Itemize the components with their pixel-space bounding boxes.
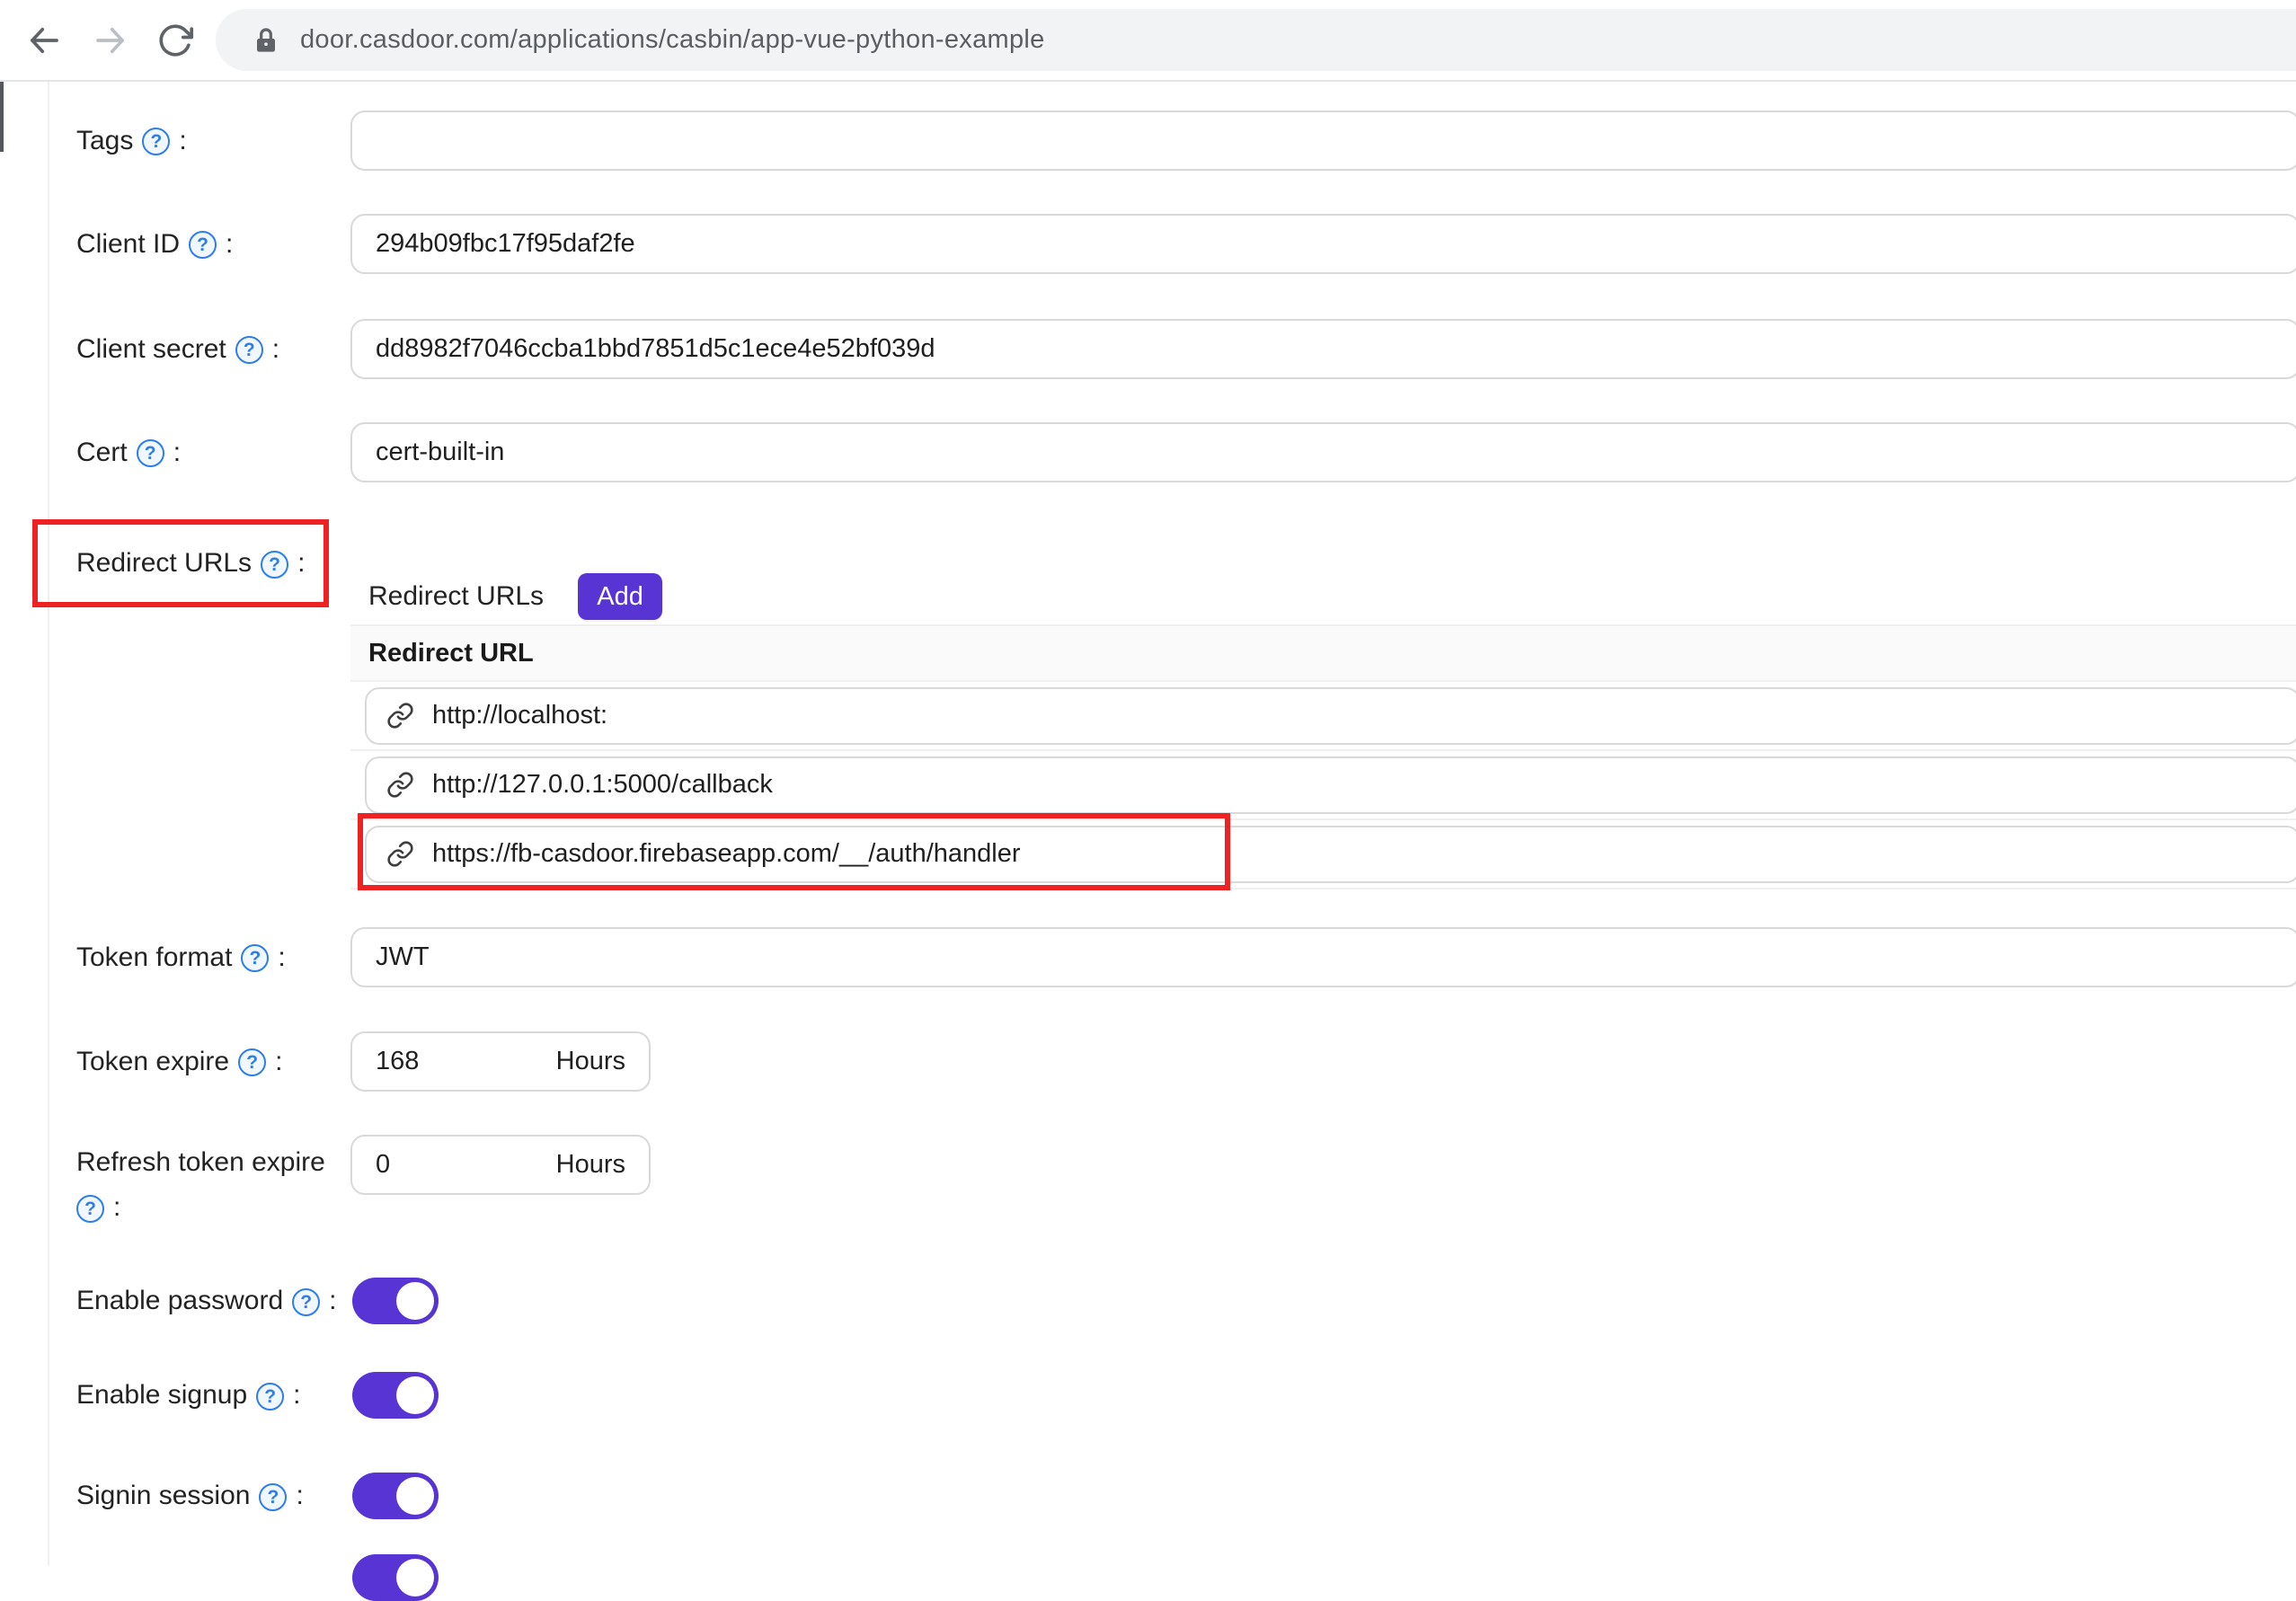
token-expire-input[interactable]: 168 Hours (350, 1031, 651, 1092)
add-redirect-url-button[interactable]: Add (578, 573, 662, 620)
question-circle-icon[interactable]: ? (235, 336, 263, 364)
question-circle-icon[interactable]: ? (292, 1288, 320, 1316)
question-circle-icon[interactable]: ? (259, 1483, 287, 1511)
question-circle-icon[interactable]: ? (261, 551, 288, 579)
card-left-border (48, 82, 49, 1566)
field-label-client-id: Client ID ? : (76, 214, 233, 274)
redirect-url-column-header: Redirect URL (350, 624, 2296, 682)
partial-toggle[interactable] (352, 1554, 439, 1601)
redirect-url-input-0[interactable]: http://localhost: (365, 687, 2296, 745)
question-circle-icon[interactable]: ? (238, 1048, 266, 1076)
window-edge-sliver (0, 82, 4, 152)
address-bar[interactable]: door.casdoor.com/applications/casbin/app… (216, 9, 2296, 71)
token-format-input[interactable]: JWT (350, 927, 2296, 987)
field-label-tags: Tags ? : (76, 111, 187, 171)
question-circle-icon[interactable]: ? (137, 439, 164, 467)
browser-chrome: door.casdoor.com/applications/casbin/app… (0, 0, 2296, 82)
cert-input[interactable]: cert-built-in (350, 422, 2296, 482)
redirect-table-title: Redirect URLs (368, 581, 544, 612)
field-label-signin-session: Signin session ? : (76, 1473, 304, 1519)
tags-input[interactable] (350, 111, 2296, 171)
client-id-input[interactable]: 294b09fbc17f95daf2fe (350, 214, 2296, 274)
application-edit-page: Tags ? : Client ID ? : 294b09fbc17f95daf… (0, 82, 2296, 1566)
redirect-url-row: http://localhost: (350, 682, 2296, 751)
redirect-url-row: http://127.0.0.1:5000/callback (350, 751, 2296, 820)
toggle-knob (396, 1477, 434, 1515)
question-circle-icon[interactable]: ? (189, 231, 217, 259)
reload-icon[interactable] (156, 22, 194, 59)
forward-arrow-icon[interactable] (92, 22, 129, 59)
toggle-knob (396, 1376, 434, 1414)
signin-session-toggle[interactable] (352, 1473, 439, 1519)
redirect-url-input-2[interactable]: https://fb-casdoor.firebaseapp.com/__/au… (365, 826, 2296, 883)
field-label-redirect-urls: Redirect URLs ? : (76, 531, 305, 596)
question-circle-icon[interactable]: ? (256, 1383, 284, 1411)
toggle-knob (396, 1282, 434, 1320)
enable-signup-toggle[interactable] (352, 1372, 439, 1419)
field-label-token-expire: Token expire ? : (76, 1031, 282, 1092)
hours-unit-suffix: Hours (556, 1150, 625, 1180)
back-arrow-icon[interactable] (25, 22, 63, 59)
field-label-cert: Cert ? : (76, 422, 181, 482)
redirect-url-row: https://fb-casdoor.firebaseapp.com/__/au… (350, 820, 2296, 889)
question-circle-icon[interactable]: ? (241, 944, 269, 972)
question-circle-icon[interactable]: ? (142, 128, 170, 155)
question-circle-icon[interactable]: ? (76, 1195, 104, 1223)
redirect-urls-table: Redirect URLs Add Redirect URL http://lo… (350, 569, 2296, 889)
refresh-token-expire-input[interactable]: 0 Hours (350, 1135, 651, 1195)
hours-unit-suffix: Hours (556, 1047, 625, 1076)
link-icon (386, 840, 414, 868)
enable-password-toggle[interactable] (352, 1278, 439, 1324)
client-secret-input[interactable]: dd8982f7046ccba1bbd7851d5c1ece4e52bf039d (350, 319, 2296, 379)
redirect-url-input-1[interactable]: http://127.0.0.1:5000/callback (365, 756, 2296, 814)
link-icon (386, 702, 414, 730)
field-label-enable-signup: Enable signup ? : (76, 1372, 301, 1419)
link-icon (386, 771, 414, 799)
lock-icon (252, 25, 280, 56)
field-label-client-secret: Client secret ? : (76, 319, 279, 379)
redirect-table-title-bar: Redirect URLs Add (350, 569, 2296, 624)
toggle-knob (396, 1559, 434, 1597)
url-text: door.casdoor.com/applications/casbin/app… (300, 25, 1045, 55)
field-label-enable-password: Enable password ? : (76, 1278, 337, 1324)
field-label-token-format: Token format ? : (76, 927, 286, 987)
field-label-refresh-token-expire: Refresh token expire ? : (76, 1140, 325, 1230)
